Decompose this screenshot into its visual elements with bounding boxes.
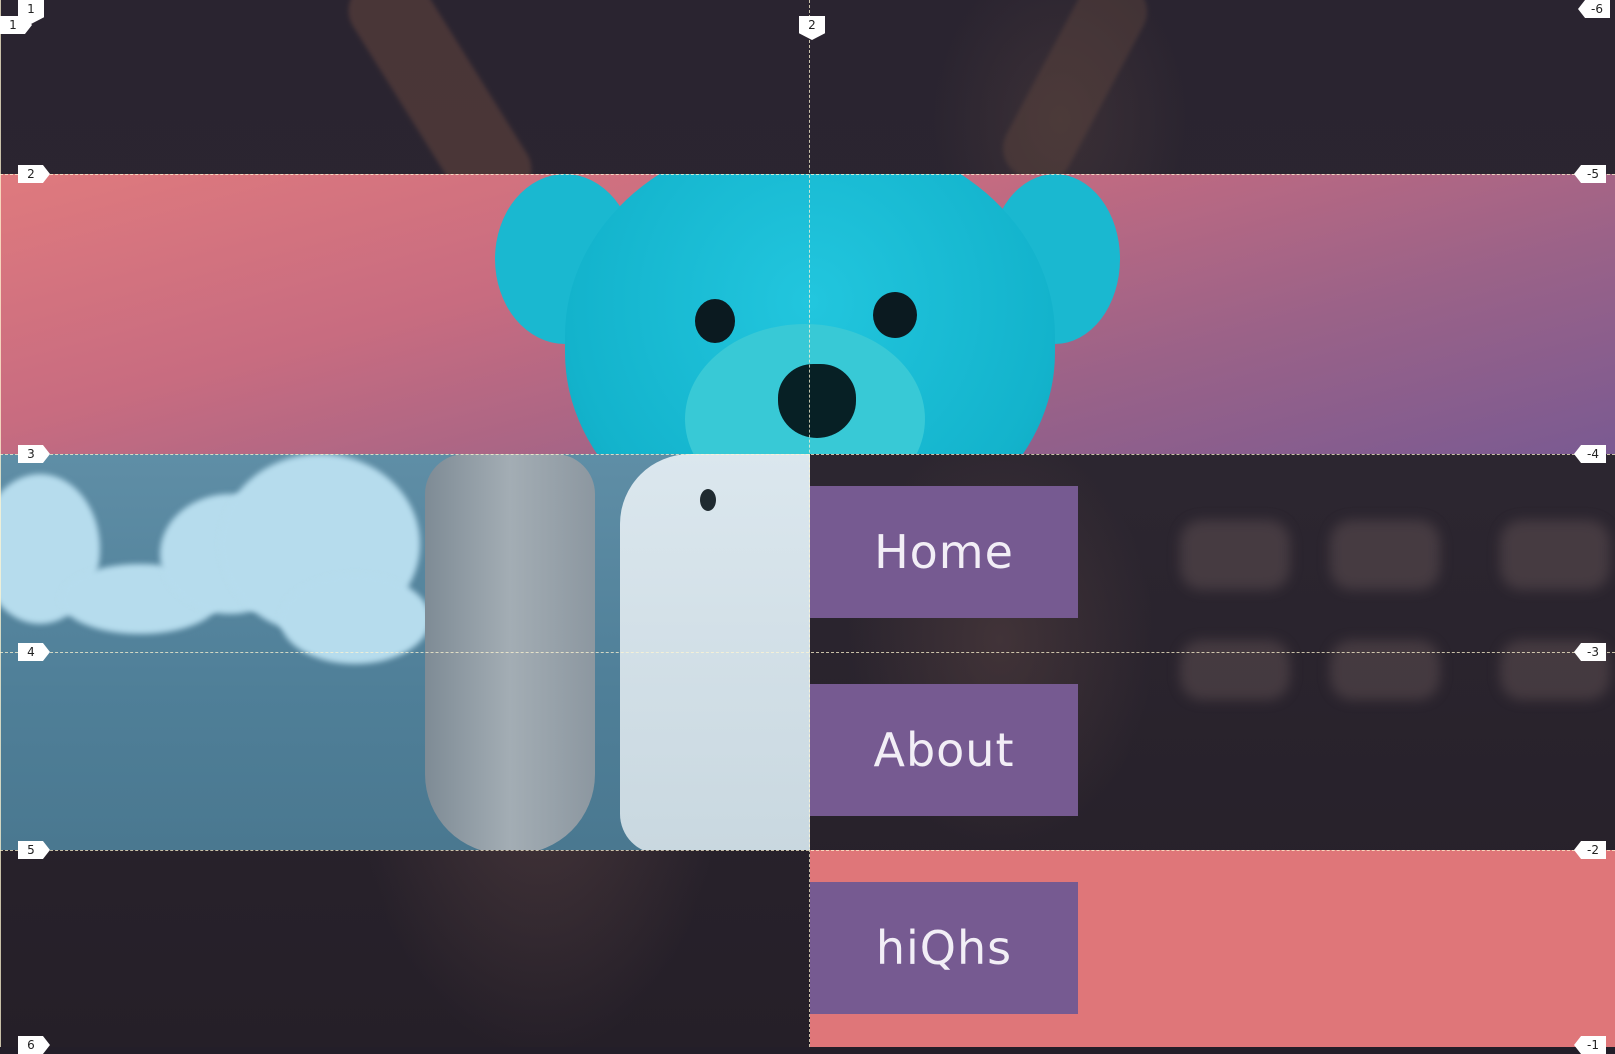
bokeh-light [1180,640,1290,700]
guide-line-horizontal [0,652,1615,653]
bear-eye-right [873,292,917,338]
cloud [280,574,430,664]
guide-line-horizontal [0,850,1615,851]
guide-line-horizontal [0,174,1615,175]
background-stick-right [992,0,1158,194]
nav-home-button[interactable]: Home [810,486,1078,618]
bokeh-light [1330,640,1440,700]
bokeh-light [1330,520,1440,590]
bear-eye-left [695,299,735,343]
guide-line-vertical [0,0,1,1047]
bokeh-light [1500,520,1610,590]
nav-about-button[interactable]: About [810,684,1078,816]
nav-highs-button[interactable]: hiQhs [810,882,1078,1014]
bokeh-light [1180,520,1290,590]
teddy-bear-image [495,174,1120,454]
guide-line-vertical [809,0,810,1047]
guide-line-horizontal [0,454,1615,455]
skull-eye-socket [700,489,716,511]
bear-nose [778,364,856,438]
